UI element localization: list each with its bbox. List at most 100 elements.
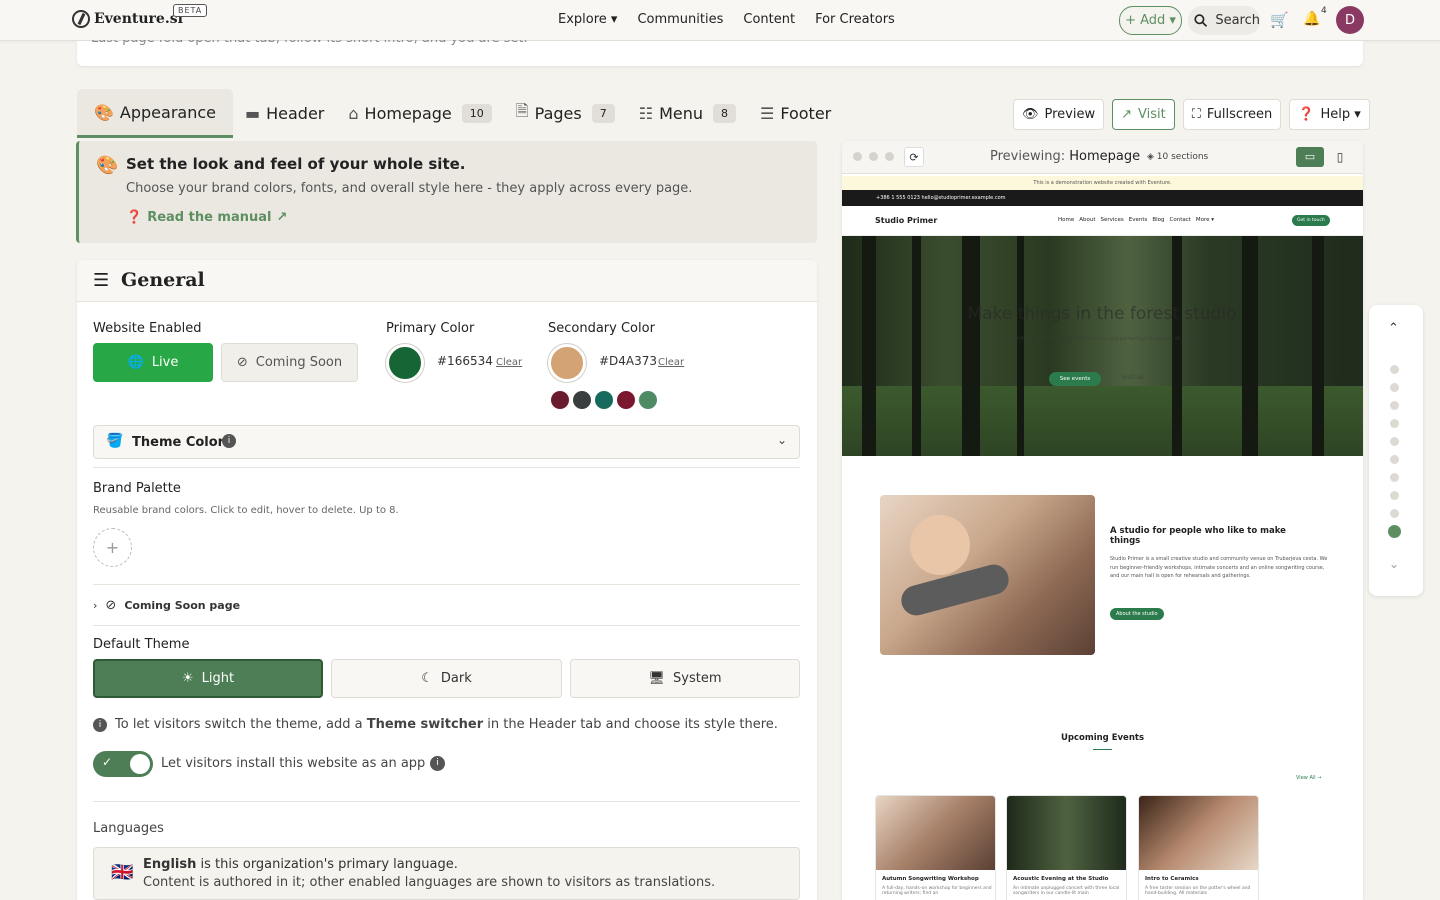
window-dot — [853, 152, 862, 161]
language-suffix: is this organization's primary language. — [196, 857, 458, 872]
coming-soon-page-toggle[interactable]: › ⊘ Coming Soon page — [93, 598, 240, 613]
secondary-clear-link[interactable]: Clear — [658, 357, 684, 368]
nav-for-creators[interactable]: For Creators — [815, 12, 895, 27]
desktop-view-icon[interactable]: ▭ — [1296, 147, 1324, 167]
nav-explore[interactable]: Explore ▾ — [558, 12, 617, 27]
external-link-icon: ↗ — [276, 210, 288, 225]
contact-bar: +386 1 555 0123 hello@studioprimer.examp… — [842, 190, 1363, 206]
site-cta-button[interactable]: Get in touch — [1292, 215, 1330, 226]
tab-label: Pages — [534, 104, 582, 123]
mobile-view-icon[interactable]: ▯ — [1330, 147, 1350, 167]
event-card[interactable]: Intro to Ceramics A free taster session … — [1138, 795, 1259, 900]
event-card[interactable]: Acoustic Evening at the Studio An intima… — [1006, 795, 1127, 900]
tab-pages[interactable]: 🗎 Pages 7 — [504, 89, 627, 138]
tab-label: Menu — [659, 104, 703, 123]
primary-clear-link[interactable]: Clear — [496, 357, 522, 368]
general-card: ☰ General Website Enabled 🌐 Live ⊘ Coming … — [77, 260, 817, 900]
tab-header[interactable]: ▬ Header — [233, 89, 336, 138]
palette-dot[interactable] — [573, 391, 591, 409]
window-dot — [869, 152, 878, 161]
tree-trunk — [912, 236, 921, 456]
theme-system-button[interactable]: 🖥 System — [570, 659, 800, 698]
view-all-link[interactable]: View All → — [1296, 775, 1321, 781]
event-title: Autumn Songwriting Workshop — [882, 876, 979, 882]
palette-dot[interactable] — [595, 391, 613, 409]
brand-palette-help: Reusable brand colors. Click to edit, ho… — [93, 505, 399, 516]
bell-icon[interactable]: 🔔 — [1303, 11, 1320, 27]
nav-communities[interactable]: Communities — [637, 12, 723, 27]
brand-palette-label: Brand Palette — [93, 481, 181, 496]
palette-dot[interactable] — [639, 391, 657, 409]
tab-appearance[interactable]: 🎨 Appearance — [77, 89, 233, 138]
section-dot[interactable] — [1390, 365, 1399, 374]
section-dot[interactable] — [1390, 491, 1399, 500]
live-button[interactable]: 🌐 Live — [93, 343, 213, 382]
header-icon: ▬ — [245, 104, 261, 123]
section-dot[interactable] — [1390, 473, 1399, 482]
notification-count: 4 — [1321, 6, 1327, 16]
visit-button[interactable]: ↗ Visit — [1112, 99, 1175, 130]
site-nav-link[interactable]: Events — [1129, 217, 1148, 223]
read-manual-link[interactable]: ❓ Read the manual ↗ — [126, 210, 287, 225]
palette-dot[interactable] — [617, 391, 635, 409]
section-dot-active[interactable] — [1388, 525, 1401, 538]
primary-color-swatch[interactable] — [386, 344, 424, 382]
help-button[interactable]: ❓ Help ▾ — [1289, 99, 1370, 130]
info-icon[interactable]: i — [222, 434, 236, 448]
hero-button[interactable]: See events — [1049, 372, 1101, 386]
language-note: Content is authored in it; other enabled… — [143, 875, 716, 890]
section-dot[interactable] — [1390, 401, 1399, 410]
theme-light-button[interactable]: ☀ Light — [93, 659, 323, 698]
note-text: in the Header tab and choose its style t… — [483, 717, 778, 732]
theme-colors-accordion[interactable]: 🪣 Theme Colors i ⌄ — [93, 425, 800, 459]
theme-dark-button[interactable]: ☾ Dark — [331, 659, 562, 698]
logo-icon — [72, 10, 90, 28]
site-nav-link[interactable]: About — [1079, 217, 1095, 223]
plus-icon: + — [105, 538, 120, 557]
tree-trunk — [862, 236, 876, 456]
section-dot[interactable] — [1390, 419, 1399, 428]
tab-menu[interactable]: ☷ Menu 8 — [627, 89, 748, 138]
add-brand-color-button[interactable]: + — [93, 528, 132, 567]
logo[interactable]: Eventure.si — [72, 10, 183, 28]
info-icon[interactable]: i — [430, 756, 445, 771]
note-bold: Theme switcher — [366, 717, 484, 732]
palette-dot[interactable] — [551, 391, 569, 409]
coming-soon-button[interactable]: ⊘ Coming Soon — [221, 343, 358, 382]
refresh-icon[interactable]: ⟳ — [904, 147, 924, 167]
add-button[interactable]: + Add ▾ — [1119, 6, 1182, 35]
cart-icon[interactable]: 🛒 — [1270, 11, 1289, 29]
tab-label: Footer — [780, 104, 832, 123]
preview-button[interactable]: 👁 Preview — [1013, 99, 1105, 130]
site-nav-link[interactable]: More ▾ — [1196, 217, 1214, 223]
search-icon — [1194, 14, 1208, 27]
install-app-toggle[interactable]: ✓ — [93, 751, 153, 777]
link-label: Read the manual — [147, 210, 272, 225]
hero-secondary-button[interactable]: Visit us — [1122, 374, 1144, 381]
section-dot[interactable] — [1390, 383, 1399, 392]
hero-title: Make things in the forest studio — [967, 304, 1237, 324]
site-nav-link[interactable]: Blog — [1152, 217, 1164, 223]
chevron-up-icon[interactable]: ⌃ — [1388, 321, 1399, 336]
secondary-color-swatch[interactable] — [548, 344, 586, 382]
site-nav-link[interactable]: Contact — [1170, 217, 1191, 223]
preview-bar: ⟳ Previewing: Homepage ◈ 10 sections ▭ ▯ — [842, 141, 1363, 174]
divider — [93, 584, 800, 585]
avatar[interactable]: D — [1336, 6, 1364, 34]
nav-content[interactable]: Content — [743, 12, 795, 27]
about-button[interactable]: About the studio — [1110, 608, 1164, 620]
section-dot[interactable] — [1390, 509, 1399, 518]
chevron-down-icon[interactable]: ⌄ — [1389, 557, 1399, 571]
tab-footer[interactable]: ☰ Footer — [748, 89, 843, 138]
site-nav-link[interactable]: Home — [1058, 217, 1074, 223]
section-dot[interactable] — [1390, 455, 1399, 464]
site-name: Studio Primer — [875, 216, 938, 225]
intro-subtitle: Choose your brand colors, fonts, and ove… — [126, 181, 693, 196]
intro-card: Last page fold open that tab, follow its… — [77, 40, 1363, 66]
section-dot[interactable] — [1390, 437, 1399, 446]
fullscreen-button[interactable]: ⛶ Fullscreen — [1182, 99, 1282, 130]
event-card[interactable]: Autumn Songwriting Workshop A full-day, … — [875, 795, 996, 900]
search-button[interactable]: Search — [1188, 6, 1260, 35]
site-nav-link[interactable]: Services — [1101, 217, 1124, 223]
tab-homepage[interactable]: ⌂ Homepage 10 — [336, 89, 503, 138]
